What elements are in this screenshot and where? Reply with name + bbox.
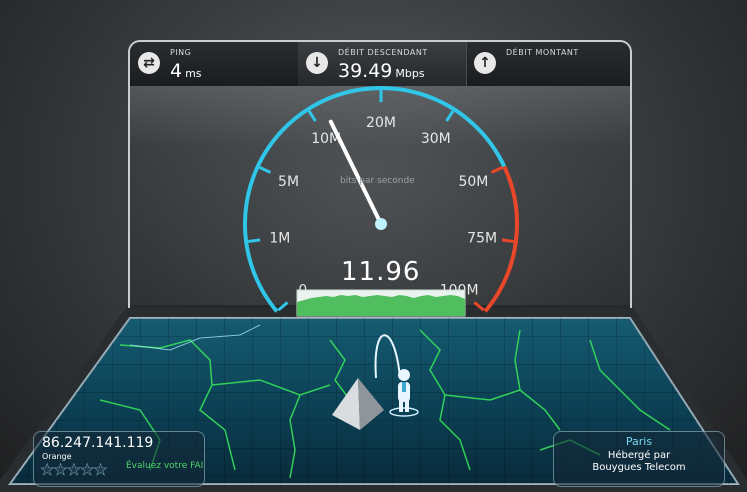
gauge-tick xyxy=(277,301,289,312)
gauge-tick-label: 20M xyxy=(366,115,396,131)
throughput-graph-area xyxy=(297,295,465,316)
server-city: Paris xyxy=(625,435,653,448)
server-info[interactable]: Paris Hébergé par Bouygues Telecom xyxy=(553,431,725,487)
hosted-by-label: Hébergé par xyxy=(607,450,671,461)
gauge-unit-caption: bits par seconde xyxy=(340,176,415,186)
gauge-tick xyxy=(445,110,455,122)
gauge-tick-label: 5M xyxy=(278,174,299,190)
client-ip: 86.247.141.119 xyxy=(42,435,154,451)
server-host: Bouygues Telecom xyxy=(592,462,686,473)
rating-stars[interactable]: ★★★★★ xyxy=(40,460,108,480)
gauge-tick xyxy=(473,301,485,312)
client-info: 86.247.141.119 Orange ★★★★★ Évaluez votr… xyxy=(33,431,205,487)
gauge-tick-label: 1M xyxy=(269,230,290,246)
gauge-tick xyxy=(258,166,272,174)
gauge-tick-label: 50M xyxy=(458,174,488,190)
gauge-tick-label: 75M xyxy=(467,230,497,246)
gauge-tick xyxy=(501,238,515,243)
gauge-tick xyxy=(247,238,261,243)
gauge-needle-hub xyxy=(375,218,387,230)
speed-gauge: 01M5M10M20M30M50M75M100M xyxy=(243,86,519,317)
rate-isp-link[interactable]: Évaluez votre FAI xyxy=(126,462,203,471)
gauge-tick xyxy=(490,166,504,174)
gauge-needle xyxy=(328,119,383,226)
current-speed: 11.96 xyxy=(341,257,421,287)
gauge-tick-label: 30M xyxy=(421,131,451,147)
gauge-tick xyxy=(307,110,317,122)
